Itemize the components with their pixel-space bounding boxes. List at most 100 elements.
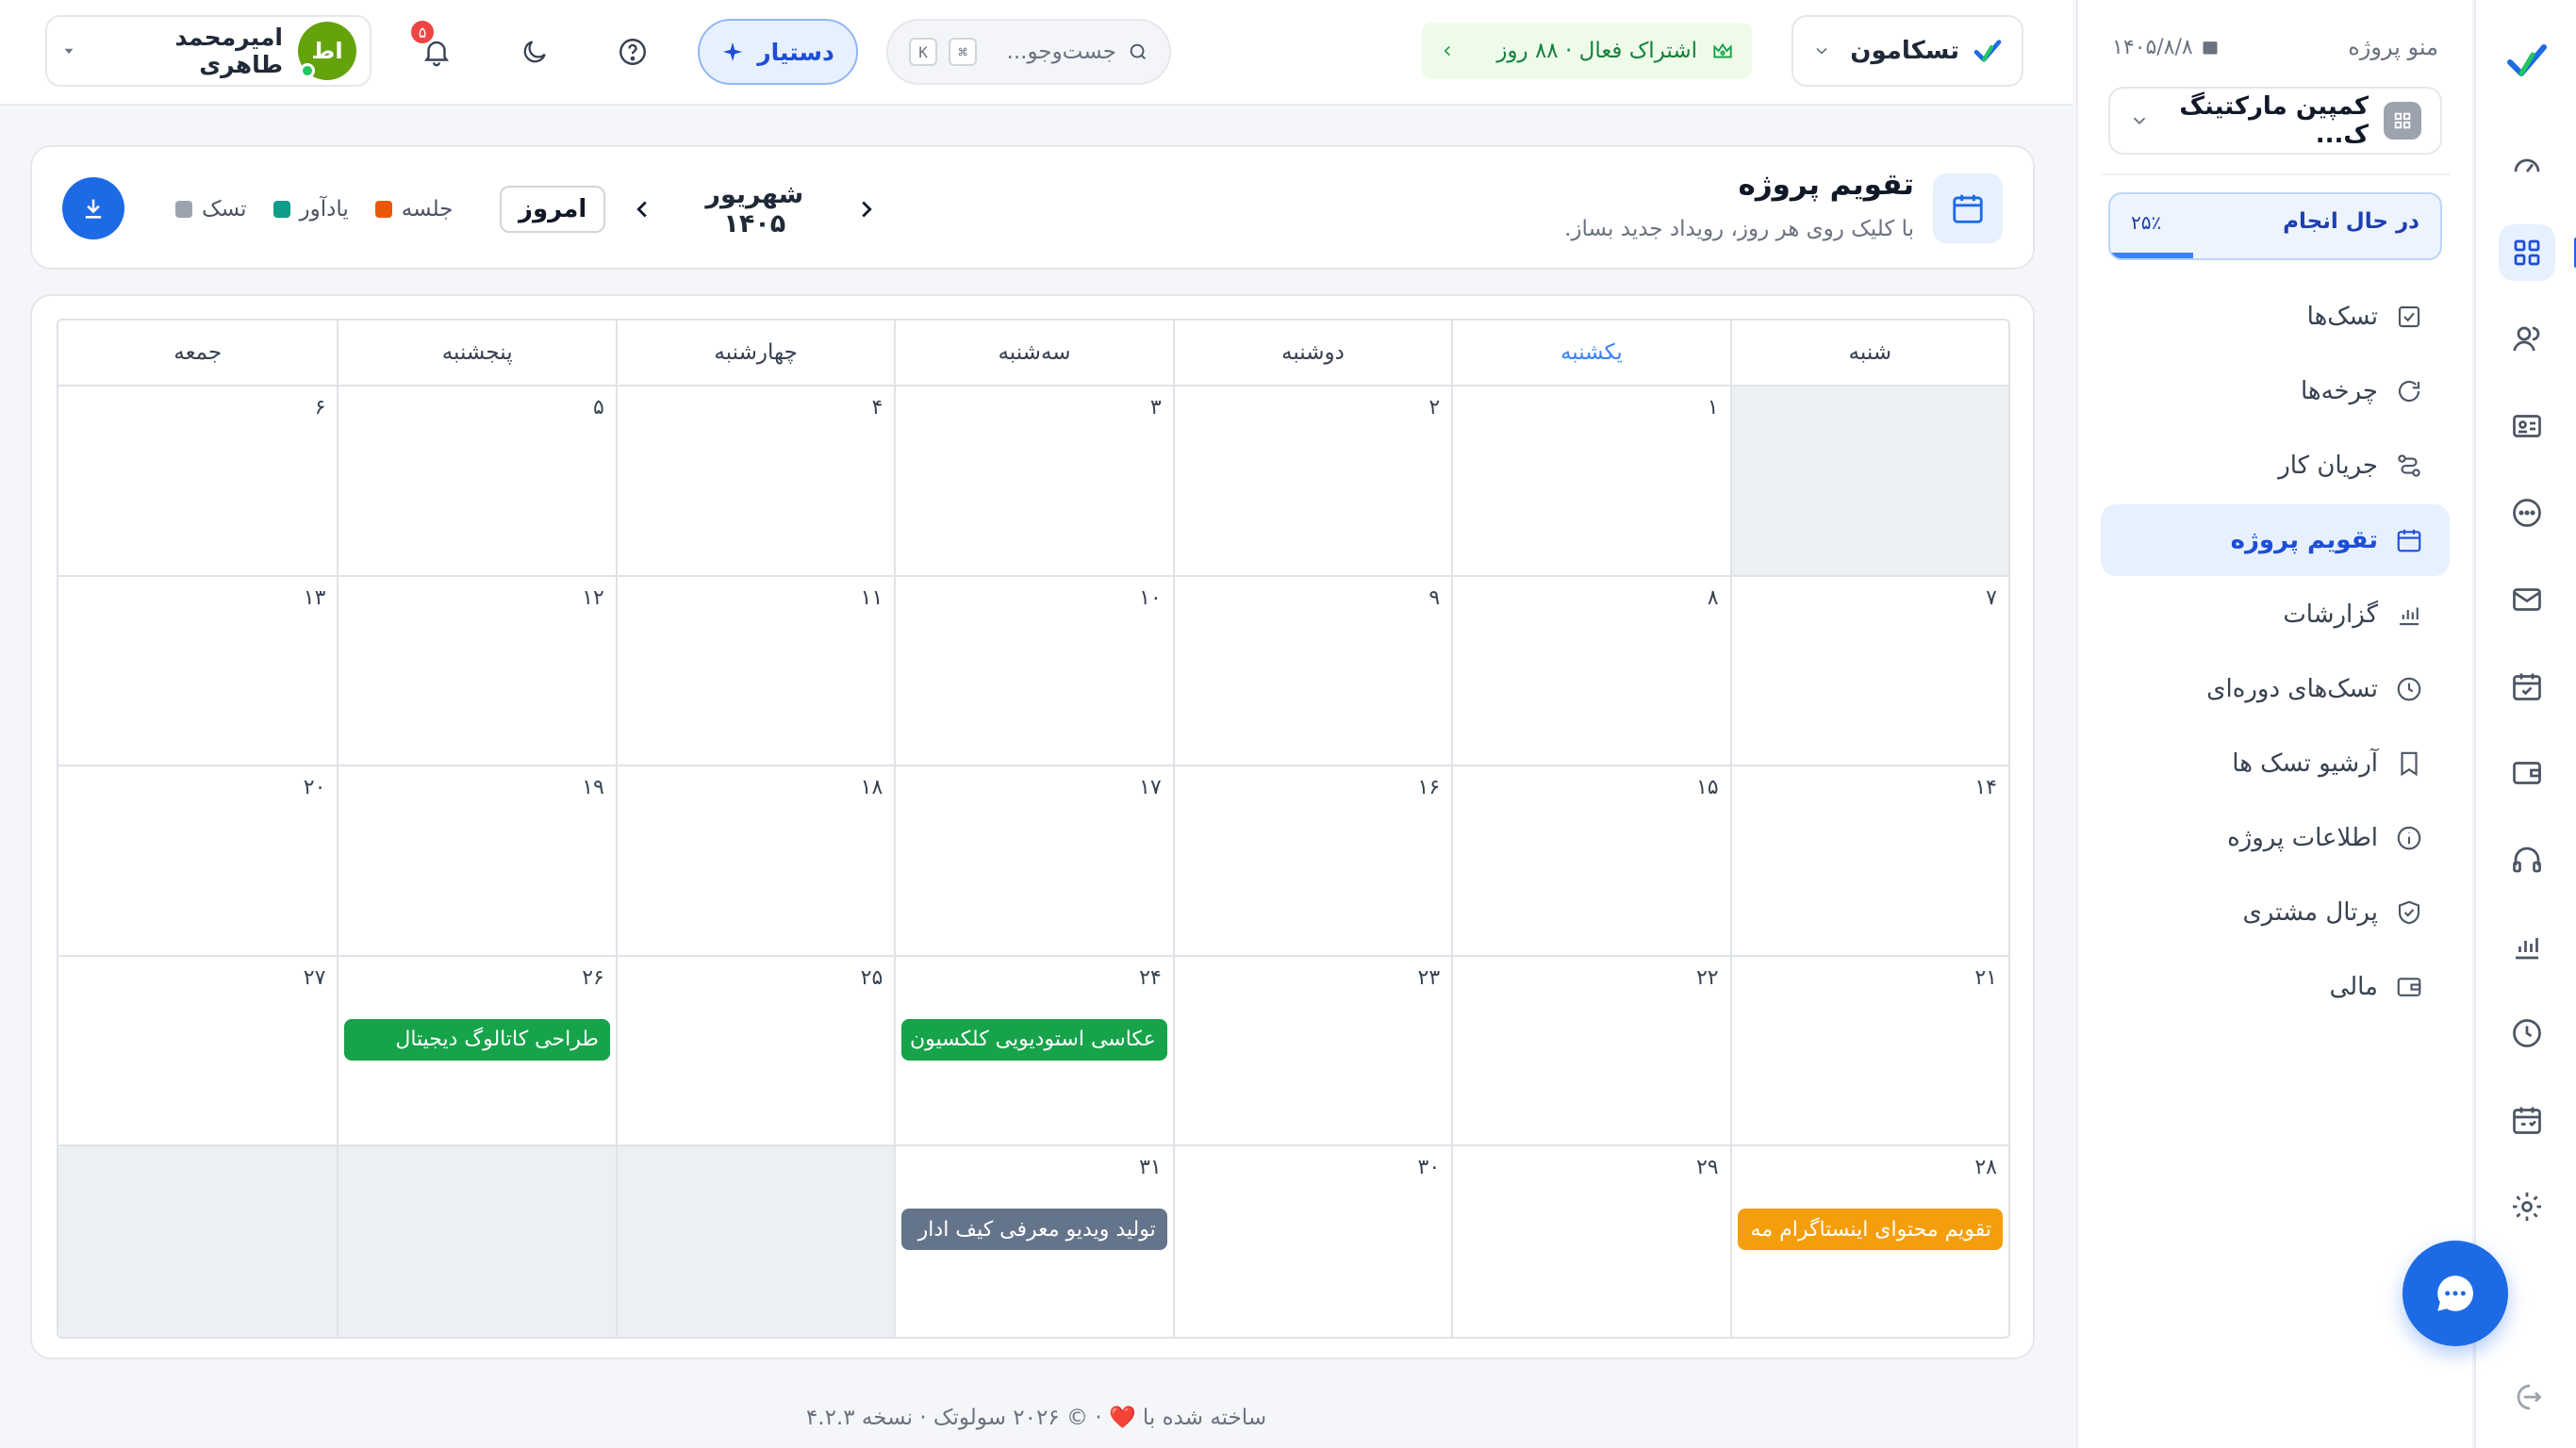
calendar-day-cell[interactable]: ۸ (1451, 576, 1730, 767)
day-number: ۲۱ (1974, 965, 1997, 990)
wallet-icon[interactable] (2499, 745, 2555, 801)
legend-swatch (374, 201, 392, 218)
day-number: ۱۷ (1139, 776, 1162, 800)
chat-bubble-icon[interactable] (2499, 485, 2555, 541)
calendar-day-cell[interactable]: ۲۶ طراحی کاتالوگ دیجیتال (337, 956, 616, 1147)
calendar-day-cell[interactable]: ۱۰ (894, 576, 1173, 767)
calendar-event[interactable]: طراحی کاتالوگ دیجیتال (344, 1018, 610, 1061)
month-navigation: شهریور ۱۴۰۵ امروز (500, 180, 881, 239)
download-button[interactable] (62, 177, 124, 239)
sparkle-icon (721, 41, 744, 63)
day-number: ۶ (314, 396, 326, 420)
calendar-day-cell[interactable]: ۳ (894, 387, 1173, 577)
calendar-day-cell[interactable]: ۲۰ (58, 766, 338, 957)
bar-chart-icon[interactable] (2499, 918, 2555, 975)
workspace-selector[interactable]: تسکامون (1792, 15, 2023, 87)
calendar-day-cell[interactable]: ۹ (1172, 576, 1452, 767)
help-button[interactable] (609, 28, 656, 75)
user-menu[interactable]: اط امیرمحمد طاهری (45, 15, 372, 87)
calendar-day-cell[interactable]: ۶ (58, 387, 338, 577)
calendar-day-cell[interactable]: ۴ (615, 387, 895, 577)
app-logo-icon[interactable] (2504, 38, 2550, 83)
logout-icon[interactable] (2499, 1369, 2555, 1425)
nav-item-0[interactable]: تسک‌ها (2101, 281, 2450, 353)
nav-item-4[interactable]: گزارشات (2101, 579, 2450, 650)
calendar-day-cell[interactable]: ۱۹ (337, 766, 616, 957)
id-card-icon[interactable] (2499, 398, 2555, 454)
download-icon (80, 195, 107, 222)
kbd-k: K (909, 38, 937, 66)
calendar-event[interactable]: عکاسی استودیویی کلکسیون (901, 1018, 1167, 1061)
search-input[interactable] (988, 40, 1116, 64)
avatar-initials: اط (311, 38, 343, 64)
day-number: ۲۷ (303, 965, 326, 990)
day-number: ۱ (1707, 396, 1719, 420)
nav-item-6[interactable]: آرشیو تسک ها (2101, 728, 2450, 799)
clock-icon[interactable] (2499, 1005, 2555, 1061)
calendar-day-cell[interactable]: ۱۲ (337, 576, 616, 767)
calendar-day-cell[interactable]: ۱۵ (1451, 766, 1730, 957)
calendar-day-cell[interactable]: ۲۲ (1451, 956, 1730, 1147)
theme-toggle-button[interactable] (511, 28, 558, 75)
today-button[interactable]: امروز (500, 186, 606, 233)
project-status-card[interactable]: در حال انجام ۲۵٪ (2108, 192, 2442, 260)
nav-item-1[interactable]: چرخه‌ها (2101, 355, 2450, 427)
users-icon[interactable] (2499, 311, 2555, 368)
calendar-day-cell[interactable]: ۲۵ (615, 956, 895, 1147)
nav-item-9[interactable]: مالی (2101, 951, 2450, 1023)
calendar-check-icon[interactable] (2499, 658, 2555, 715)
headphones-icon[interactable] (2499, 831, 2555, 888)
calendar-day-cell[interactable]: ۲۸ تقویم محتوای اینستاگرام مه (1729, 1146, 2008, 1337)
crown-icon (1710, 39, 1735, 63)
day-number: ۲۵ (860, 965, 883, 990)
project-date: ۱۴۰۵/۸/۸ (2112, 36, 2220, 59)
assistant-button[interactable]: دستیار (698, 19, 858, 85)
projects-grid-icon[interactable] (2499, 224, 2576, 281)
nav-item-3[interactable]: تقویم پروژه (2101, 504, 2450, 576)
chevron-left-icon (1439, 42, 1456, 59)
mail-icon[interactable] (2499, 571, 2555, 628)
nav-item-8[interactable]: پرتال مشتری (2101, 877, 2450, 948)
notifications-button[interactable]: ۵ (411, 21, 460, 75)
calendar-day-cell[interactable]: ۲۴ عکاسی استودیویی کلکسیون (894, 956, 1173, 1147)
settings-gear-icon[interactable] (2499, 1178, 2555, 1235)
clock-icon (2395, 675, 2423, 703)
support-chat-button[interactable] (2403, 1241, 2508, 1346)
calendar-day-cell[interactable]: ۳۱ تولید ویدیو معرفی کیف ادار (894, 1146, 1173, 1337)
calendar-empty-cell (337, 1146, 616, 1337)
calendar-day-cell[interactable]: ۱۶ (1172, 766, 1452, 957)
nav-item-2[interactable]: جریان کار (2101, 430, 2450, 502)
project-selector[interactable]: کمپین مارکتینگ ک... (2108, 87, 2442, 155)
calendar-day-cell[interactable]: ۳۰ (1172, 1146, 1452, 1337)
search-box[interactable]: ⌘ K (886, 19, 1171, 85)
user-name: امیرمحمد طاهری (174, 24, 283, 78)
calendar-day-cell[interactable]: ۱۷ (894, 766, 1173, 957)
nav-item-7[interactable]: اطلاعات پروژه (2101, 802, 2450, 874)
legend-swatch (272, 201, 290, 218)
workspace-logo-icon (1973, 36, 2003, 66)
calendar-day-cell[interactable]: ۱۳ (58, 576, 338, 767)
calendar-day-cell[interactable]: ۱ (1451, 387, 1730, 577)
prev-month-button[interactable] (628, 195, 656, 223)
calendar-event[interactable]: تقویم محتوای اینستاگرام مه (1737, 1209, 2003, 1251)
calendar-day-cell[interactable]: ۱۴ (1729, 766, 2008, 957)
nav-item-5[interactable]: تسک‌های دوره‌ای (2101, 653, 2450, 725)
calendar-day-cell[interactable]: ۲ (1172, 387, 1452, 577)
project-progress-bar (2110, 253, 2193, 258)
subscription-badge[interactable]: اشتراک فعال · ۸۸ روز (1422, 23, 1752, 79)
calendar-day-cell[interactable]: ۲۹ (1451, 1146, 1730, 1337)
calendar-day-cell[interactable]: ۷ (1729, 576, 2008, 767)
dashboard-icon[interactable] (2499, 138, 2555, 194)
calendar-day-cell[interactable]: ۱۸ (615, 766, 895, 957)
calendar-day-cell[interactable]: ۲۱ (1729, 956, 2008, 1147)
calendar-event[interactable]: تولید ویدیو معرفی کیف ادار (901, 1209, 1167, 1251)
day-number: ۱۵ (1695, 776, 1719, 800)
calendar-day-cell[interactable]: ۵ (337, 387, 616, 577)
calendar-tasks-icon[interactable] (2499, 1092, 2555, 1148)
calendar-day-cell[interactable]: ۲۳ (1172, 956, 1452, 1147)
project-menu-title: منو پروژه (2348, 34, 2438, 60)
next-month-button[interactable] (852, 195, 881, 223)
project-sidebar-header: منو پروژه ۱۴۰۵/۸/۸ (2112, 28, 2438, 66)
calendar-day-cell[interactable]: ۱۱ (615, 576, 895, 767)
calendar-day-cell[interactable]: ۲۷ (58, 956, 338, 1147)
